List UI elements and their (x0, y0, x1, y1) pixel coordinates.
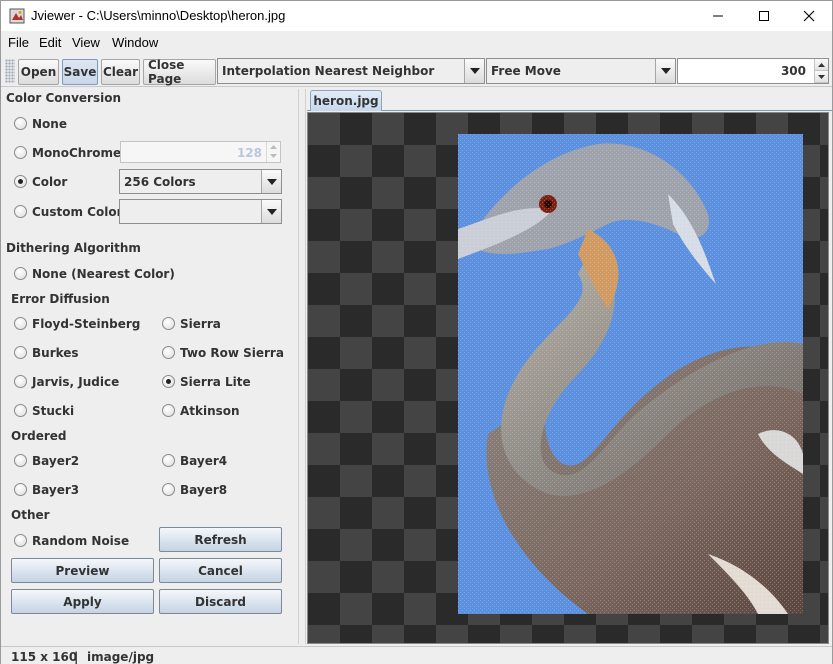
clear-button[interactable]: Clear (101, 59, 140, 85)
radio-atkinson[interactable] (162, 404, 175, 417)
radio-burkes[interactable] (14, 346, 27, 359)
radio-color-label[interactable]: Color (32, 175, 67, 189)
radio-none-nearest[interactable] (14, 267, 27, 280)
save-button[interactable]: Save (62, 59, 98, 85)
tab-heron[interactable]: heron.jpg (310, 90, 382, 111)
threshold-spinner-arrows (266, 142, 280, 162)
radio-sierra[interactable] (162, 317, 175, 330)
radio-stucki-label[interactable]: Stucki (32, 404, 74, 418)
radio-jarvis-judice-label[interactable]: Jarvis, Judice (32, 375, 119, 389)
menu-edit[interactable]: Edit (39, 35, 61, 50)
chevron-down-icon[interactable] (655, 59, 675, 83)
app-icon (9, 8, 25, 24)
radio-bayer2-label[interactable]: Bayer2 (32, 454, 79, 468)
image-mime-type: image/jpg (87, 650, 155, 664)
color-count-value: 256 Colors (124, 175, 196, 189)
window-title: Jviewer - C:\Users\minno\Desktop\heron.j… (31, 8, 286, 23)
preview-button[interactable]: Preview (11, 558, 154, 583)
radio-custom-color[interactable] (14, 205, 27, 218)
zoom-spinner-buttons (814, 59, 828, 83)
radio-bayer3[interactable] (14, 483, 27, 496)
color-count-select[interactable]: 256 Colors (119, 169, 282, 194)
color-conversion-panel: Color Conversion None MonoChrome 128 Col… (1, 89, 298, 644)
radio-two-row-sierra-label[interactable]: Two Row Sierra (180, 346, 284, 360)
dithering-heading: Dithering Algorithm (6, 241, 141, 255)
radio-bayer3-label[interactable]: Bayer3 (32, 483, 79, 497)
menu-bar: File Edit View Window (1, 32, 832, 54)
image-dimensions: 115 x 160 (11, 650, 78, 664)
zoom-value[interactable]: 300 (781, 64, 806, 78)
maximize-icon (759, 11, 769, 21)
minimize-button[interactable] (695, 1, 741, 31)
split-pane-divider[interactable] (298, 89, 306, 644)
image-viewport[interactable] (307, 112, 829, 644)
menu-file[interactable]: File (8, 35, 29, 50)
radio-color[interactable] (14, 175, 27, 188)
open-button[interactable]: Open (18, 59, 59, 85)
radio-random-noise[interactable] (14, 534, 27, 547)
chevron-down-icon[interactable] (464, 59, 484, 83)
radio-floyd-steinberg[interactable] (14, 317, 27, 330)
menu-view[interactable]: View (72, 35, 100, 50)
spinner-up-icon (270, 145, 277, 149)
status-bar: 115 x 160 | image/jpg (1, 646, 832, 664)
interpolation-value: Interpolation Nearest Neighbor (222, 64, 435, 78)
move-mode-value: Free Move (491, 64, 561, 78)
spinner-up-icon[interactable] (815, 59, 828, 71)
radio-monochrome[interactable] (14, 146, 27, 159)
refresh-button[interactable]: Refresh (159, 527, 282, 552)
radio-atkinson-label[interactable]: Atkinson (180, 404, 240, 418)
radio-stucki[interactable] (14, 404, 27, 417)
radio-bayer8[interactable] (162, 483, 175, 496)
move-mode-select[interactable]: Free Move (486, 58, 676, 84)
cancel-button[interactable]: Cancel (159, 558, 282, 583)
radio-custom-color-label[interactable]: Custom Color (32, 205, 122, 219)
radio-sierra-lite-label[interactable]: Sierra Lite (180, 375, 251, 389)
color-conversion-heading: Color Conversion (6, 91, 122, 105)
interpolation-select[interactable]: Interpolation Nearest Neighbor (217, 58, 485, 84)
radio-sierra-label[interactable]: Sierra (180, 317, 221, 331)
heron-image (458, 134, 803, 614)
monochrome-threshold-value: 128 (236, 146, 262, 160)
radio-floyd-steinberg-label[interactable]: Floyd-Steinberg (32, 317, 140, 331)
app-window: Jviewer - C:\Users\minno\Desktop\heron.j… (0, 0, 833, 664)
radio-none[interactable] (14, 117, 27, 130)
chevron-down-icon[interactable] (261, 200, 281, 223)
radio-none-label[interactable]: None (32, 117, 67, 131)
radio-monochrome-label[interactable]: MonoChrome (32, 146, 121, 160)
custom-color-select[interactable] (119, 199, 282, 224)
menu-window[interactable]: Window (112, 35, 158, 50)
radio-two-row-sierra[interactable] (162, 346, 175, 359)
radio-sierra-lite[interactable] (162, 375, 175, 388)
spinner-down-icon[interactable] (815, 71, 828, 83)
radio-random-noise-label[interactable]: Random Noise (32, 534, 129, 548)
ordered-heading: Ordered (11, 429, 67, 443)
title-bar: Jviewer - C:\Users\minno\Desktop\heron.j… (1, 1, 832, 31)
apply-button[interactable]: Apply (11, 589, 154, 614)
radio-jarvis-judice[interactable] (14, 375, 27, 388)
other-heading: Other (11, 508, 50, 522)
radio-burkes-label[interactable]: Burkes (32, 346, 79, 360)
spinner-down-icon (270, 154, 277, 158)
radio-bayer4-label[interactable]: Bayer4 (180, 454, 227, 468)
chevron-down-icon[interactable] (261, 170, 281, 193)
close-window-button[interactable] (786, 1, 832, 31)
toolbar: Open Save Clear Close Page Interpolation… (1, 55, 832, 87)
close-icon (803, 10, 815, 22)
close-page-button[interactable]: Close Page (143, 58, 216, 86)
radio-bayer4[interactable] (162, 454, 175, 467)
monochrome-threshold-spinner: 128 (120, 141, 281, 163)
radio-bayer8-label[interactable]: Bayer8 (180, 483, 227, 497)
document-tabs: heron.jpg (307, 89, 832, 111)
minimize-icon (713, 15, 723, 17)
error-diffusion-heading: Error Diffusion (11, 292, 110, 306)
status-separator: | (74, 650, 79, 664)
maximize-button[interactable] (741, 1, 787, 31)
radio-bayer2[interactable] (14, 454, 27, 467)
radio-none-nearest-label[interactable]: None (Nearest Color) (32, 267, 175, 281)
toolbar-grip[interactable] (5, 59, 15, 83)
zoom-spinner[interactable]: 300 (677, 58, 829, 84)
discard-button[interactable]: Discard (159, 589, 282, 614)
